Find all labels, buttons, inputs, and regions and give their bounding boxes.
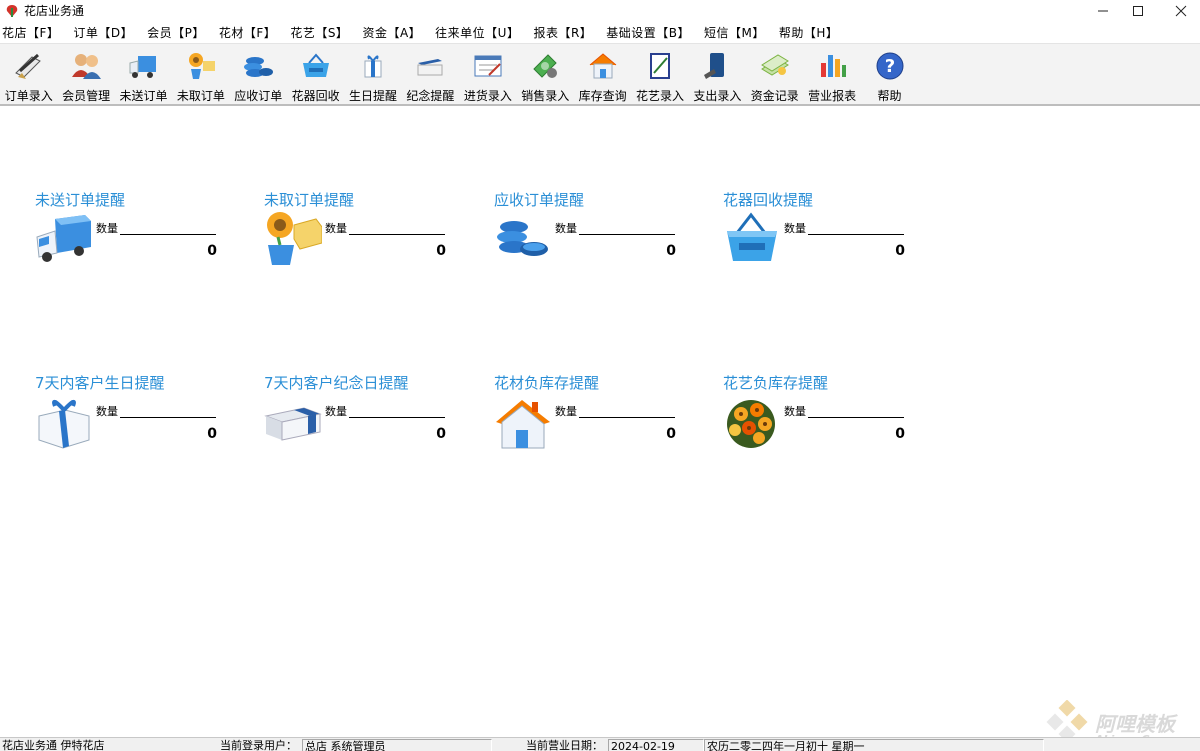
- title-bar: 花店业务通: [0, 0, 1200, 22]
- close-icon: [1175, 5, 1187, 17]
- reminder-title: 花材负库存提醒: [494, 374, 600, 392]
- menu-reports[interactable]: 报表【R】: [533, 24, 592, 41]
- reminder-title: 7天内客户纪念日提醒: [264, 374, 409, 392]
- reminder-count: 0: [666, 243, 676, 259]
- window-title: 花店业务通: [24, 4, 85, 18]
- order-entry-button[interactable]: 订单录入: [0, 44, 57, 104]
- purchase-entry-button[interactable]: 进货录入: [459, 44, 516, 104]
- menu-flower-material[interactable]: 花材【F】: [219, 24, 276, 41]
- menu-settings[interactable]: 基础设置【B】: [606, 24, 690, 41]
- box-icon: [417, 59, 443, 76]
- reminder-unpicked-orders[interactable]: 未取订单提醒 数量 0: [264, 189, 464, 279]
- reminder-title: 未取订单提醒: [264, 191, 355, 209]
- reminder-undelivered-orders[interactable]: 未送订单提醒 数量 0: [35, 189, 235, 279]
- help-icon: ?: [876, 52, 904, 80]
- menu-help[interactable]: 帮助【H】: [779, 24, 839, 41]
- floral-entry-button[interactable]: 花艺录入: [631, 44, 688, 104]
- basket-icon: [727, 212, 777, 261]
- status-user-value: 总店 系统管理员: [302, 739, 492, 751]
- bar-chart-icon: [821, 55, 847, 77]
- bouquet-icon: [727, 400, 775, 448]
- status-user-label: 当前登录用户：: [220, 739, 297, 751]
- gift-icon: [364, 55, 382, 78]
- reminder-title: 花艺负库存提醒: [723, 374, 829, 392]
- reminder-material-negative-stock[interactable]: 花材负库存提醒 数量 0: [494, 372, 694, 462]
- reminder-title: 7天内客户生日提醒: [35, 374, 165, 392]
- reminder-count: 0: [436, 243, 446, 259]
- reminder-title: 应收订单提醒: [494, 191, 585, 209]
- app-window: 花店业务通 花店【F】 订单【D】 会员【P】 花材【F】 花艺【S】 资金【A…: [0, 0, 1200, 751]
- sales-entry-button[interactable]: 销售录入: [517, 44, 574, 104]
- expense-entry-button[interactable]: 支出录入: [689, 44, 746, 104]
- house-icon: [589, 53, 616, 79]
- toolbar: 订单录入 会员管理 未送订单 未取订单 应收订单 花器回收 生日提醒 纪念提醒 …: [0, 43, 1200, 106]
- truck-icon: [129, 56, 157, 78]
- reminder-count: 0: [207, 426, 217, 442]
- wallet-icon: [704, 53, 725, 79]
- app-logo-icon: [6, 5, 18, 17]
- menu-member[interactable]: 会员【P】: [147, 24, 205, 41]
- business-report-button[interactable]: 营业报表: [803, 44, 860, 104]
- menu-shop[interactable]: 花店【F】: [2, 24, 59, 41]
- money-icon: [533, 54, 558, 78]
- reminder-count: 0: [895, 426, 905, 442]
- birthday-reminder-button[interactable]: 生日提醒: [344, 44, 401, 104]
- maximize-icon: [1133, 6, 1143, 16]
- anniversary-reminder-button[interactable]: 纪念提醒: [402, 44, 459, 104]
- form-icon: [474, 55, 502, 77]
- flower-pot-icon: [267, 212, 322, 265]
- status-app-name: 花店业务通 伊特花店: [2, 739, 105, 751]
- menu-funds[interactable]: 资金【A】: [362, 24, 421, 41]
- menu-partners[interactable]: 往来单位【U】: [435, 24, 519, 41]
- status-bar: 花店业务通 伊特花店 当前登录用户： 总店 系统管理员 当前营业日期： 2024…: [0, 737, 1200, 751]
- minimize-icon: [1098, 10, 1108, 12]
- gift-icon: [38, 399, 90, 449]
- unpicked-orders-button[interactable]: 未取订单: [172, 44, 229, 104]
- menu-sms[interactable]: 短信【M】: [704, 24, 765, 41]
- status-date-value: 2024-02-19: [608, 739, 704, 751]
- coins-icon: [244, 57, 274, 77]
- reminder-title: 花器回收提醒: [723, 191, 814, 209]
- flower-pot-icon: [188, 53, 215, 79]
- reminder-anniversary[interactable]: 7天内客户纪念日提醒 数量 0: [264, 372, 464, 462]
- fund-records-button[interactable]: 资金记录: [746, 44, 803, 104]
- maximize-button[interactable]: [1115, 0, 1161, 22]
- undelivered-orders-button[interactable]: 未送订单: [115, 44, 172, 104]
- reminder-receivable-orders[interactable]: 应收订单提醒 数量 0: [494, 189, 694, 279]
- notebook-icon: [649, 53, 670, 79]
- status-lunar-date: 农历二零二四年一月初十 星期一: [704, 739, 1044, 751]
- reminder-title: 未送订单提醒: [35, 191, 126, 209]
- basket-icon: [302, 53, 329, 77]
- reminder-count: 0: [666, 426, 676, 442]
- menu-order[interactable]: 订单【D】: [73, 24, 133, 41]
- coins-icon: [497, 221, 548, 256]
- help-button[interactable]: ? 帮助: [861, 44, 918, 104]
- box-icon: [264, 407, 322, 441]
- truck-icon: [36, 215, 91, 262]
- status-date-label: 当前营业日期：: [526, 739, 603, 751]
- menu-floral-art[interactable]: 花艺【S】: [290, 24, 348, 41]
- member-management-button[interactable]: 会员管理: [57, 44, 114, 104]
- reminder-count: 0: [207, 243, 217, 259]
- pen-paper-icon: [14, 53, 41, 79]
- cash-stack-icon: [760, 54, 789, 76]
- reminder-count: 0: [436, 426, 446, 442]
- reminder-vase-recycle[interactable]: 花器回收提醒 数量 0: [723, 189, 923, 279]
- receivable-orders-button[interactable]: 应收订单: [230, 44, 287, 104]
- inventory-query-button[interactable]: 库存查询: [574, 44, 631, 104]
- house-icon: [496, 400, 550, 449]
- reminder-birthday[interactable]: 7天内客户生日提醒 数量 0: [35, 372, 235, 462]
- close-button[interactable]: [1158, 0, 1200, 22]
- svg-text:?: ?: [884, 56, 894, 77]
- menu-bar: 花店【F】 订单【D】 会员【P】 花材【F】 花艺【S】 资金【A】 往来单位…: [0, 22, 1200, 42]
- vase-recycle-button[interactable]: 花器回收: [287, 44, 344, 104]
- reminder-floral-negative-stock[interactable]: 花艺负库存提醒 数量 0: [723, 372, 923, 462]
- people-icon: [72, 54, 102, 79]
- reminder-count: 0: [895, 243, 905, 259]
